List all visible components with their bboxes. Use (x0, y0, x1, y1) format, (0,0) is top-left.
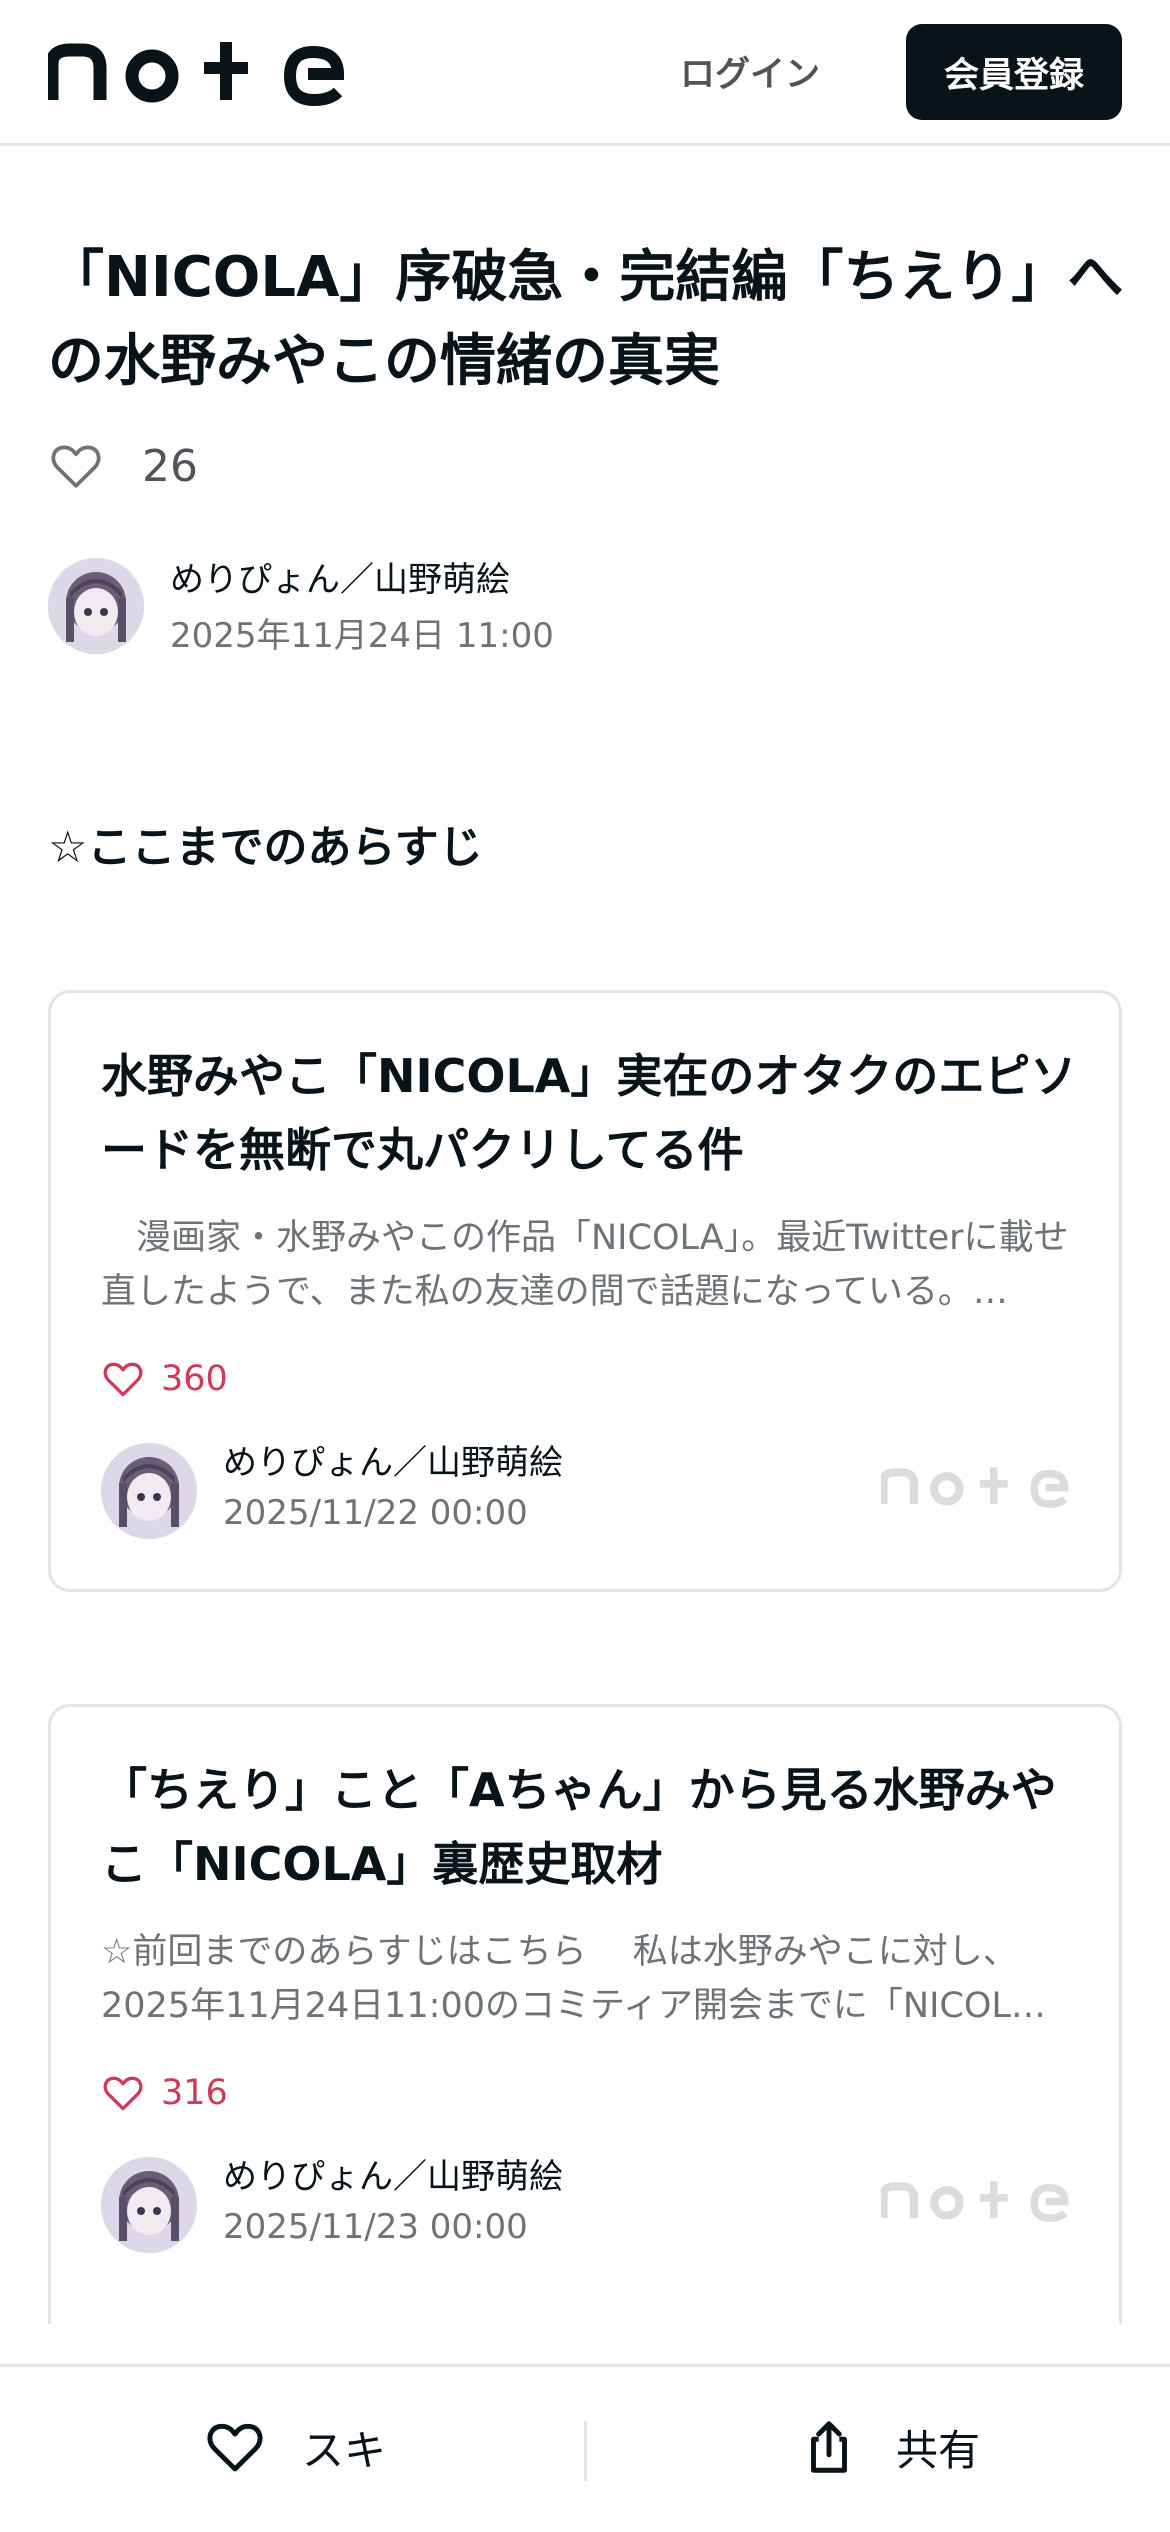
avatar-illustration (101, 2157, 197, 2253)
embed-title[interactable]: 水野みやこ「NICOLA」実在のオタクのエピソードを無断で丸パクリしてる件 (101, 1039, 1081, 1187)
embed-like-count: 316 (161, 2073, 228, 2113)
embedded-note-card[interactable]: 水野みやこ「NICOLA」実在のオタクのエピソードを無断で丸パクリしてる件 漫画… (48, 990, 1122, 1592)
embed-like-count: 360 (161, 1359, 228, 1399)
embed-author-avatar (101, 2157, 197, 2253)
section-heading-text: ここまでのあらすじ (87, 822, 483, 873)
heart-icon (103, 1362, 143, 1397)
embed-author-avatar (101, 1443, 197, 1539)
note-logo-watermark (879, 2177, 1071, 2225)
note-logo-mark (879, 1467, 1069, 1508)
star-symbol: ☆ (48, 822, 88, 873)
note-logo-watermark (879, 1463, 1071, 1511)
embedded-note-card[interactable]: 「ちえり」こと「Aちゃん」から見る水野みやこ「NICOLA」裏歴史取材 ☆前回ま… (48, 1704, 1122, 2324)
note-logo-mark (45, 42, 345, 107)
note-logo-mark (879, 2181, 1069, 2222)
author-avatar[interactable] (48, 558, 144, 654)
avatar-illustration (101, 1443, 197, 1539)
article-title: 「NICOLA」序破急・完結編「ちえり」への水野みやこの情緒の真実 (48, 245, 1124, 394)
login-button[interactable]: ログイン (660, 40, 840, 102)
like-button-label: スキ (302, 2425, 387, 2475)
divider (584, 2421, 587, 2481)
article-like-count: 26 (142, 440, 198, 492)
embed-like-row: 316 (101, 2071, 228, 2115)
share-button-label: 共有 (896, 2425, 981, 2475)
heart-icon[interactable] (48, 438, 104, 494)
embed-excerpt: ☆前回までのあらすじはこちら 私は水野みやこに対し、2025年11月24日11:… (101, 1932, 1046, 2026)
embed-author-name: めりぴょん／山野萌絵 (223, 1443, 563, 1483)
share-button[interactable]: 共有 (798, 2407, 980, 2487)
avatar-illustration (48, 558, 144, 654)
share-icon (811, 2421, 847, 2473)
embed-date: 2025/11/23 00:00 (223, 2207, 528, 2247)
header: ログイン 会員登録 (0, 0, 1170, 146)
signup-button[interactable]: 会員登録 (906, 24, 1122, 120)
embed-date: 2025/11/22 00:00 (223, 1493, 528, 1533)
embed-author: めりぴょん／山野萌絵 2025/11/23 00:00 (101, 2153, 1071, 2253)
embed-excerpt: 漫画家・水野みやこの作品「NICOLA」。最近Twitterに載せ直したようで、… (101, 1218, 1069, 1312)
note-logo[interactable] (45, 38, 348, 108)
section-heading: ☆ここまでのあらすじ (48, 816, 483, 880)
author-name[interactable]: めりぴょん／山野萌絵 (170, 556, 510, 604)
embed-author: めりぴょん／山野萌絵 2025/11/22 00:00 (101, 1439, 1071, 1539)
heart-icon (103, 2076, 143, 2111)
embed-like-row: 360 (101, 1357, 228, 1401)
bottom-action-bar: スキ 共有 (0, 2364, 1170, 2532)
like-button[interactable]: スキ (204, 2407, 386, 2487)
article-like-row[interactable]: 26 (48, 436, 198, 496)
embed-author-name: めりぴょん／山野萌絵 (223, 2157, 563, 2197)
embed-title[interactable]: 「ちえり」こと「Aちゃん」から見る水野みやこ「NICOLA」裏歴史取材 (101, 1753, 1081, 1901)
publish-date: 2025年11月24日 11:00 (170, 616, 554, 656)
heart-icon (207, 2423, 263, 2472)
